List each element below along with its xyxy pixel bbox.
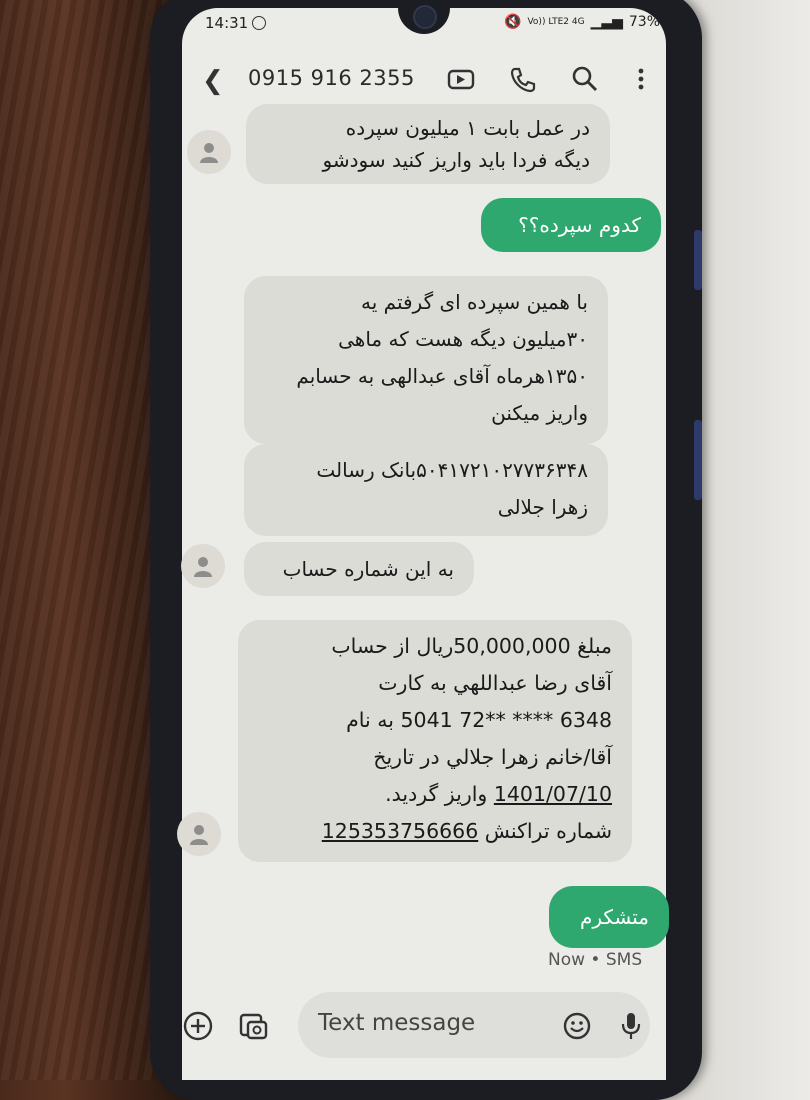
- add-icon[interactable]: [182, 1010, 214, 1042]
- mute-icon: 🔇: [504, 14, 522, 30]
- message-bubble-outgoing[interactable]: متشکرم: [549, 886, 669, 948]
- status-time: 14:31: [205, 14, 267, 32]
- video-call-icon[interactable]: [446, 64, 476, 94]
- volume-button: [694, 230, 702, 290]
- transaction-number[interactable]: 125353756666: [322, 819, 479, 843]
- status-right: 🔇 Vo)) LTE2 4G ▁▃▅ 73%: [504, 14, 660, 30]
- message-bubble-outgoing[interactable]: کدوم سپرده؟؟: [481, 198, 661, 252]
- search-icon[interactable]: [570, 64, 600, 94]
- receipt-line: 1401/07/10 واريز گرديد.: [385, 782, 612, 806]
- signal-icon: ▁▃▅: [590, 14, 623, 30]
- more-icon[interactable]: [626, 64, 656, 94]
- phone-icon[interactable]: [508, 64, 538, 94]
- contact-number: 0915 916 2355: [248, 66, 415, 90]
- contact-avatar-icon[interactable]: [181, 544, 225, 588]
- message-bubble-incoming[interactable]: در عمل بابت ۱ میلیون سپرده دیگه فردا بای…: [246, 104, 610, 184]
- receipt-line: آقا/خانم زهرا جلالي در تاريخ: [373, 745, 612, 769]
- receipt-date[interactable]: 1401/07/10: [494, 782, 612, 806]
- gallery-icon[interactable]: [238, 1010, 270, 1042]
- message-bubble-bank-receipt[interactable]: مبلغ 50,000,000ریال از حساب آقای رضا عبد…: [238, 620, 632, 862]
- receipt-line: شماره تراکنش 125353756666: [321, 819, 612, 843]
- message-bubble-incoming[interactable]: به این شماره حساب: [244, 542, 474, 596]
- network-indicator: Vo)) LTE2 4G: [527, 17, 585, 27]
- message-input[interactable]: Text message: [298, 992, 650, 1058]
- mic-icon[interactable]: [616, 1010, 646, 1042]
- contact-avatar-icon[interactable]: [177, 812, 221, 856]
- receipt-line: مبلغ 50,000,000ریال از حساب: [331, 634, 612, 658]
- contact-avatar-icon[interactable]: [187, 130, 231, 174]
- status-bar: 14:31 🔇 Vo)) LTE2 4G ▁▃▅ 73%: [205, 14, 660, 36]
- conversation-header: ❮ 0915 916 2355: [182, 56, 666, 102]
- compose-bar: Text message: [182, 992, 666, 1062]
- message-bubble-incoming[interactable]: ۵۰۴۱۷۲۱۰۲۷۷۳۶۳۴۸بانک رسالت زهرا جلالی: [244, 444, 608, 536]
- message-input-placeholder: Text message: [318, 1010, 476, 1036]
- message-status: Now • SMS: [548, 950, 643, 970]
- back-icon[interactable]: ❮: [202, 66, 224, 96]
- emoji-icon[interactable]: [562, 1011, 592, 1041]
- receipt-line: آقای رضا عبداللهي به کارت: [378, 671, 612, 695]
- whatsapp-notification-icon: [252, 16, 267, 30]
- power-button: [694, 420, 702, 500]
- message-bubble-incoming[interactable]: با همین سپرده ای گرفتم یه ۳۰میلیون دیگه …: [244, 276, 608, 444]
- receipt-line: 6348 **** **72 5041 به نام: [346, 708, 612, 732]
- battery-level: 73%: [628, 14, 660, 30]
